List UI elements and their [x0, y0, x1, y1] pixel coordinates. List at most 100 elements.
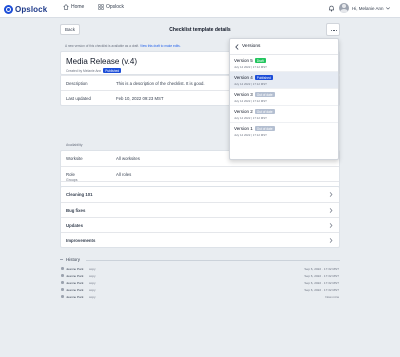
history-timestamp: Sep 6, 2022 · 17:32 MST [304, 273, 339, 278]
version-item[interactable]: Version 2 Out of date July 14 2022 | 17:… [230, 106, 338, 123]
detail-label: Description [66, 81, 88, 86]
version-badge: Out of date [254, 92, 275, 98]
history-user: Jeanne Park [66, 266, 84, 271]
logo-icon [4, 4, 13, 14]
chevron-right-icon [329, 208, 333, 213]
availability-label: Worksite [66, 156, 83, 161]
version-date: July 14 2022 | 17:12 MST [234, 116, 267, 120]
chevron-right-icon [329, 192, 333, 197]
grid-icon [98, 4, 104, 10]
group-name: Improvements [66, 238, 96, 243]
version-label: Version 5 [234, 58, 253, 64]
version-badge: Out of date [254, 109, 275, 115]
status-badge: Published [103, 68, 122, 74]
history-timestamp: Sep 6, 2022 · 17:32 MST [304, 266, 339, 271]
nav-home[interactable]: Home [63, 4, 84, 10]
detail-label: Last updated [66, 96, 91, 101]
availability-section-label: Availability [66, 143, 83, 147]
group-row[interactable]: Bug fixes [61, 202, 339, 217]
group-row[interactable]: Updates [61, 217, 339, 232]
history-action: copy [89, 294, 96, 299]
history-avatar-icon [61, 274, 64, 277]
history-entry: Jeanne Park copy Sep 6, 2022 · 17:32 MST [60, 279, 340, 286]
history-user: Jeanne Park [66, 294, 84, 299]
version-badge: Out of date [254, 126, 275, 132]
history-timestamp: Now mins [325, 294, 339, 299]
history-entry: Jeanne Park copy Now mins [60, 293, 340, 300]
user-greeting[interactable]: Hi, Melanie Ann [352, 6, 384, 11]
version-date: July 14 2022 | 17:12 MST [234, 99, 267, 103]
history-action: copy [89, 266, 96, 271]
version-label: Version 1 [234, 126, 253, 132]
detail-value: This is a description of the checklist. … [116, 81, 205, 86]
version-item[interactable]: Version 3 Out of date July 14 2022 | 17:… [230, 89, 338, 106]
group-name: Cleaning 101 [66, 192, 93, 197]
history-avatar-icon [61, 267, 64, 270]
version-item[interactable]: Version 4 Published July 14 2022 | 17:12… [230, 72, 338, 89]
version-badge: Draft [254, 58, 266, 64]
chevron-right-icon [329, 238, 333, 243]
version-item[interactable]: Version 5 Draft July 14 2022 | 17:12 MST [230, 55, 338, 72]
availability-row-role: Role All roles [61, 166, 339, 181]
history-user: Jeanne Park [66, 287, 84, 292]
nav-opslock-label: Opslock [106, 4, 125, 10]
chevron-left-icon[interactable] [235, 44, 239, 50]
history-avatar-icon [61, 281, 64, 284]
group-row[interactable]: Improvements [61, 232, 339, 247]
version-label: Version 2 [234, 109, 253, 115]
detail-value: Feb 10, 2022 09:23 MST [116, 96, 164, 101]
version-item[interactable]: Version 1 Out of date July 14 2022 | 17:… [230, 123, 338, 140]
history-divider [86, 259, 340, 261]
history-timestamp: Sep 6, 2022 · 17:32 MST [304, 280, 339, 285]
history-title: History [66, 257, 81, 262]
history-divider [60, 259, 63, 260]
version-date: July 14 2022 | 17:12 MST [234, 82, 267, 86]
back-button[interactable]: Back [60, 24, 80, 35]
history-entry: Jeanne Park copy Sep 6, 2022 · 17:32 MST [60, 272, 340, 279]
page-toolbar: Checklist template details Back [60, 23, 340, 37]
versions-header[interactable]: Versions [230, 39, 338, 55]
bell-icon[interactable] [328, 5, 335, 12]
history-entry: Jeanne Park copy Sep 6, 2022 · 17:32 MST [60, 265, 340, 272]
versions-dropdown: Versions Version 5 Draft July 14 2022 | … [229, 38, 339, 160]
version-label: Version 4 [234, 75, 253, 81]
more-icon [331, 30, 333, 32]
more-options-button[interactable] [326, 23, 340, 36]
version-date: July 14 2022 | 17:12 MST [234, 133, 267, 137]
home-icon [63, 4, 69, 10]
page-title: Checklist template details [169, 27, 231, 33]
history-section-label: History [66, 257, 80, 262]
groups-section-label: Groups [66, 178, 78, 182]
history-action: copy [89, 273, 96, 278]
app-logo[interactable]: Opslock [4, 3, 47, 15]
history-user: Jeanne Park [66, 280, 84, 285]
checklist-title: Media Release (v.4) [66, 57, 137, 66]
top-navigation-bar: Opslock Home Opslock Hi, Melanie Ann [0, 0, 400, 18]
view-draft-link[interactable]: View this draft to make edits. [140, 44, 181, 48]
history-action: copy [89, 287, 96, 292]
version-label: Version 3 [234, 92, 253, 98]
history-action: copy [89, 280, 96, 285]
chevron-right-icon [329, 223, 333, 228]
groups-card: Cleaning 101 Bug fixes Updates Improveme… [60, 186, 340, 248]
availability-label: Role [66, 172, 75, 177]
version-date: July 14 2022 | 17:12 MST [234, 65, 267, 69]
created-by: Created by Melanie Ann [66, 68, 102, 73]
version-badge: Published [254, 75, 273, 81]
chevron-down-icon[interactable] [386, 7, 390, 10]
history-avatar-icon [61, 295, 64, 298]
draft-notice: A new version of this checklist is avail… [65, 44, 181, 48]
logo-text: Opslock [15, 4, 48, 14]
availability-value: All roles [116, 172, 132, 177]
history-entry: Jeanne Park copy Sep 6, 2022 · 17:32 MST [60, 286, 340, 293]
avatar[interactable] [339, 3, 349, 13]
checklist-meta: Created by Melanie Ann Published [66, 68, 122, 74]
versions-title: Versions [242, 44, 261, 49]
draft-notice-text: A new version of this checklist is avail… [65, 44, 140, 48]
nav-home-label: Home [71, 4, 85, 10]
group-name: Updates [66, 223, 83, 228]
nav-opslock[interactable]: Opslock [98, 4, 124, 10]
group-row[interactable]: Cleaning 101 [61, 187, 339, 202]
availability-value: All worksites [116, 156, 140, 161]
group-name: Bug fixes [66, 208, 86, 213]
